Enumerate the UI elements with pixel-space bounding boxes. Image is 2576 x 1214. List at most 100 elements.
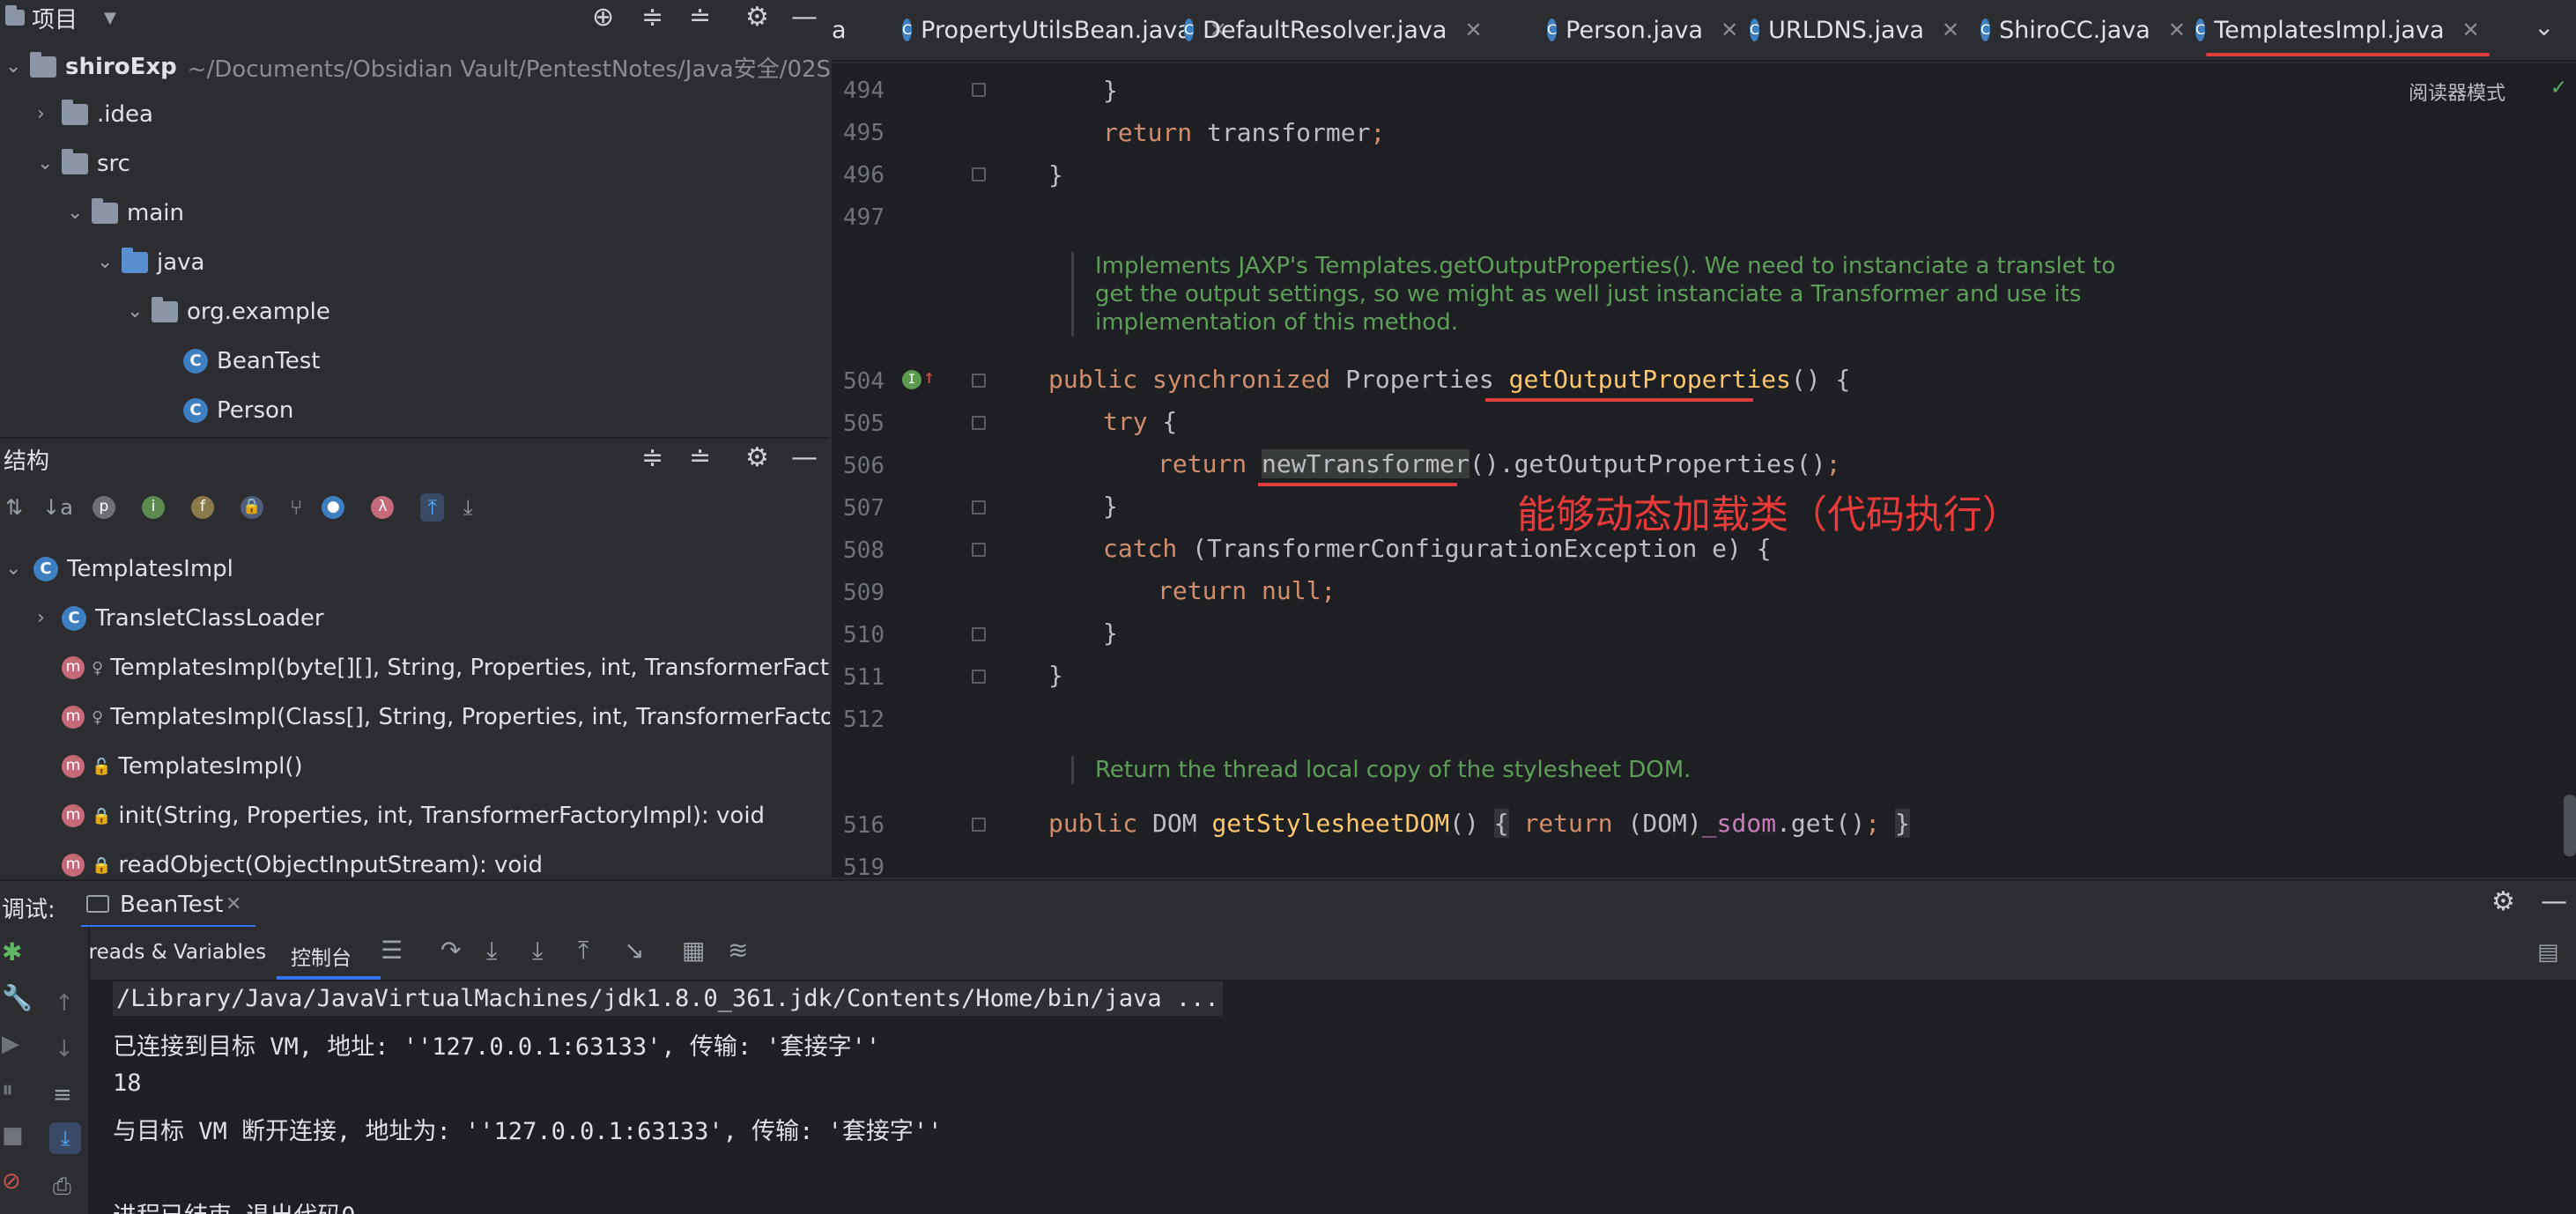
fold-marker-icon[interactable] xyxy=(972,416,986,430)
minimize-icon[interactable]: — xyxy=(791,440,818,476)
fold-marker-icon[interactable] xyxy=(972,83,986,97)
tree-item-beantest[interactable]: C BeanTest xyxy=(183,337,320,386)
gear-icon[interactable]: ⚙ xyxy=(745,440,769,476)
override-arrow-icon[interactable]: ↑ xyxy=(923,366,935,389)
evaluate-icon[interactable]: ▦ xyxy=(682,936,705,965)
sort-type-icon[interactable]: ⇅ xyxy=(5,495,23,520)
tree-item-org-example[interactable]: ⌄ org.example xyxy=(127,287,330,337)
close-icon[interactable]: ✕ xyxy=(2168,18,2186,42)
fold-marker-icon[interactable] xyxy=(972,167,986,181)
fold-marker-icon[interactable] xyxy=(972,543,986,557)
tab-urldns[interactable]: C URLDNS.java ✕ xyxy=(1750,0,1959,60)
tab-shirocc[interactable]: C ShiroCC.java ✕ xyxy=(1980,0,2186,60)
stop-icon[interactable]: ■ xyxy=(2,1122,24,1149)
lambda-icon[interactable]: λ xyxy=(371,496,395,519)
close-icon[interactable]: ✕ xyxy=(1464,18,1482,42)
tab-console[interactable]: 控制台 xyxy=(291,941,352,971)
collapse-all-icon[interactable]: ≐ xyxy=(689,0,711,35)
gear-icon[interactable]: ⚙ xyxy=(745,0,769,35)
tab-truncated[interactable]: a xyxy=(832,0,890,60)
up-arrow-icon[interactable]: ↑ xyxy=(55,990,74,1017)
tab-templatesimpl[interactable]: C TemplatesImpl.java ✕ xyxy=(2195,0,2480,60)
scrollbar-thumb[interactable] xyxy=(2564,795,2576,856)
tab-defaultresolver[interactable]: C DefaultResolver.java ✕ xyxy=(1184,0,1483,60)
minimize-icon[interactable]: — xyxy=(2541,886,2567,917)
close-icon[interactable]: ✕ xyxy=(2462,18,2480,42)
hierarchy-icon[interactable]: ⑂ xyxy=(290,495,302,520)
locate-icon[interactable]: ⊕ xyxy=(592,0,614,35)
fold-marker-icon[interactable] xyxy=(972,627,986,641)
tree-item-idea[interactable]: › .idea xyxy=(37,90,153,139)
close-icon[interactable]: ✕ xyxy=(226,893,241,915)
collapse-all-icon[interactable]: ≐ xyxy=(689,440,711,476)
filter-circle-icon[interactable]: ● xyxy=(322,496,345,519)
filter-fields-icon[interactable]: f xyxy=(190,496,214,519)
filter-p-icon[interactable]: p xyxy=(92,496,115,519)
code-editor[interactable]: 阅读器模式 ✓ 494 495 496 497 504 505 506 507 … xyxy=(832,63,2576,877)
expand-all-icon[interactable]: ≑ xyxy=(641,440,663,476)
chevron-right-icon[interactable]: › xyxy=(37,105,55,124)
tree-item-person[interactable]: C Person xyxy=(183,386,293,435)
resume-icon[interactable]: ▶ xyxy=(2,1031,19,1057)
force-step-into-icon[interactable]: ⤓ xyxy=(532,936,543,966)
fold-marker-icon[interactable] xyxy=(972,670,986,684)
soft-wrap-icon[interactable]: ≡ xyxy=(53,1082,72,1108)
step-out-icon[interactable]: ⤒ xyxy=(578,936,588,966)
session-tab[interactable]: BeanTest xyxy=(120,892,223,918)
fold-marker-icon[interactable] xyxy=(972,818,986,832)
trace-icon[interactable]: ≋ xyxy=(728,936,748,965)
filter-lock-icon[interactable]: 🔒 xyxy=(240,496,263,519)
down-arrow-icon[interactable]: ↓ xyxy=(55,1036,74,1062)
project-panel-title[interactable]: 项目 xyxy=(32,2,78,34)
structure-item[interactable]: m 🔓 TemplatesImpl() xyxy=(62,742,303,791)
tab-person[interactable]: C Person.java ✕ xyxy=(1547,0,1738,60)
structure-item[interactable]: m ♀ TemplatesImpl(Class[], String, Prope… xyxy=(62,692,830,742)
chevron-down-icon[interactable]: ⌄ xyxy=(5,559,23,579)
autoscroll-from-source-icon[interactable]: ⤓ xyxy=(463,495,473,520)
gear-icon[interactable]: ⚙ xyxy=(2491,886,2515,917)
structure-item[interactable]: › C TransletClassLoader xyxy=(37,594,324,643)
tree-item-src[interactable]: ⌄ src xyxy=(37,139,130,189)
expand-all-icon[interactable]: ≑ xyxy=(641,0,663,35)
scroll-to-end-icon[interactable]: ⤓ xyxy=(49,1122,81,1154)
tab-label: TemplatesImpl.java xyxy=(2214,16,2445,44)
chevron-down-icon[interactable]: ⌄ xyxy=(37,154,55,174)
implements-gutter-icon[interactable]: I xyxy=(902,370,922,389)
pause-icon[interactable]: ⏸ xyxy=(2,1077,13,1104)
tree-item-java[interactable]: ⌄ java xyxy=(97,238,204,287)
fold-marker-icon[interactable] xyxy=(972,500,986,514)
console-output[interactable]: /Library/Java/JavaVirtualMachines/jdk1.8… xyxy=(0,981,2576,1214)
filter-inherited-icon[interactable]: i xyxy=(141,496,165,519)
run-to-cursor-icon[interactable]: ↘ xyxy=(624,936,644,965)
chevron-right-icon[interactable]: › xyxy=(37,609,55,628)
sort-alpha-icon[interactable]: ↓a xyxy=(42,495,73,520)
chevron-down-icon[interactable]: ⌄ xyxy=(2534,12,2554,41)
chevron-down-icon[interactable]: ⌄ xyxy=(5,57,23,77)
close-icon[interactable]: ✕ xyxy=(1942,18,1959,42)
minimize-icon[interactable]: — xyxy=(791,0,818,35)
step-into-icon[interactable]: ⤓ xyxy=(486,936,497,966)
close-icon[interactable]: ✕ xyxy=(1721,18,1738,42)
bug-icon[interactable]: ✱ xyxy=(2,937,22,966)
tree-item-main[interactable]: ⌄ main xyxy=(67,189,184,238)
structure-item[interactable]: m 🔒 readObject(ObjectInputStream): void xyxy=(62,840,543,877)
chevron-down-icon[interactable]: ⌄ xyxy=(127,302,144,322)
structure-item[interactable]: ⌄ C TemplatesImpl xyxy=(5,544,233,594)
autoscroll-to-source-icon[interactable]: ⤒ xyxy=(420,493,444,522)
menu-icon[interactable]: ☰ xyxy=(381,936,403,965)
chevron-down-icon[interactable]: ⌄ xyxy=(97,253,115,272)
reader-mode-button[interactable]: 阅读器模式 xyxy=(2409,78,2506,106)
structure-item[interactable]: m ♀ TemplatesImpl(byte[][], String, Prop… xyxy=(62,643,830,692)
layout-icon[interactable]: ▤ xyxy=(2537,939,2559,966)
tree-root[interactable]: ⌄ shiroExp ~/Documents/Obsidian Vault/Pe… xyxy=(5,42,830,92)
print-icon[interactable]: ⎙ xyxy=(53,1173,71,1201)
chevron-down-icon[interactable]: ▼ xyxy=(104,9,116,27)
chevron-down-icon[interactable]: ⌄ xyxy=(67,204,85,223)
step-over-icon[interactable]: ↷ xyxy=(440,936,461,965)
fold-marker-icon[interactable] xyxy=(972,374,986,388)
wrench-icon[interactable]: 🔧 xyxy=(2,983,33,1012)
tab-propertyutilsbean[interactable]: C PropertyUtilsBean.java ✕ xyxy=(902,0,1227,60)
mute-breakpoints-icon[interactable]: ⊘ xyxy=(2,1168,21,1195)
tab-threads-variables[interactable]: Threads & Variables xyxy=(63,941,266,964)
structure-item[interactable]: m 🔒 init(String, Properties, int, Transf… xyxy=(62,791,765,840)
